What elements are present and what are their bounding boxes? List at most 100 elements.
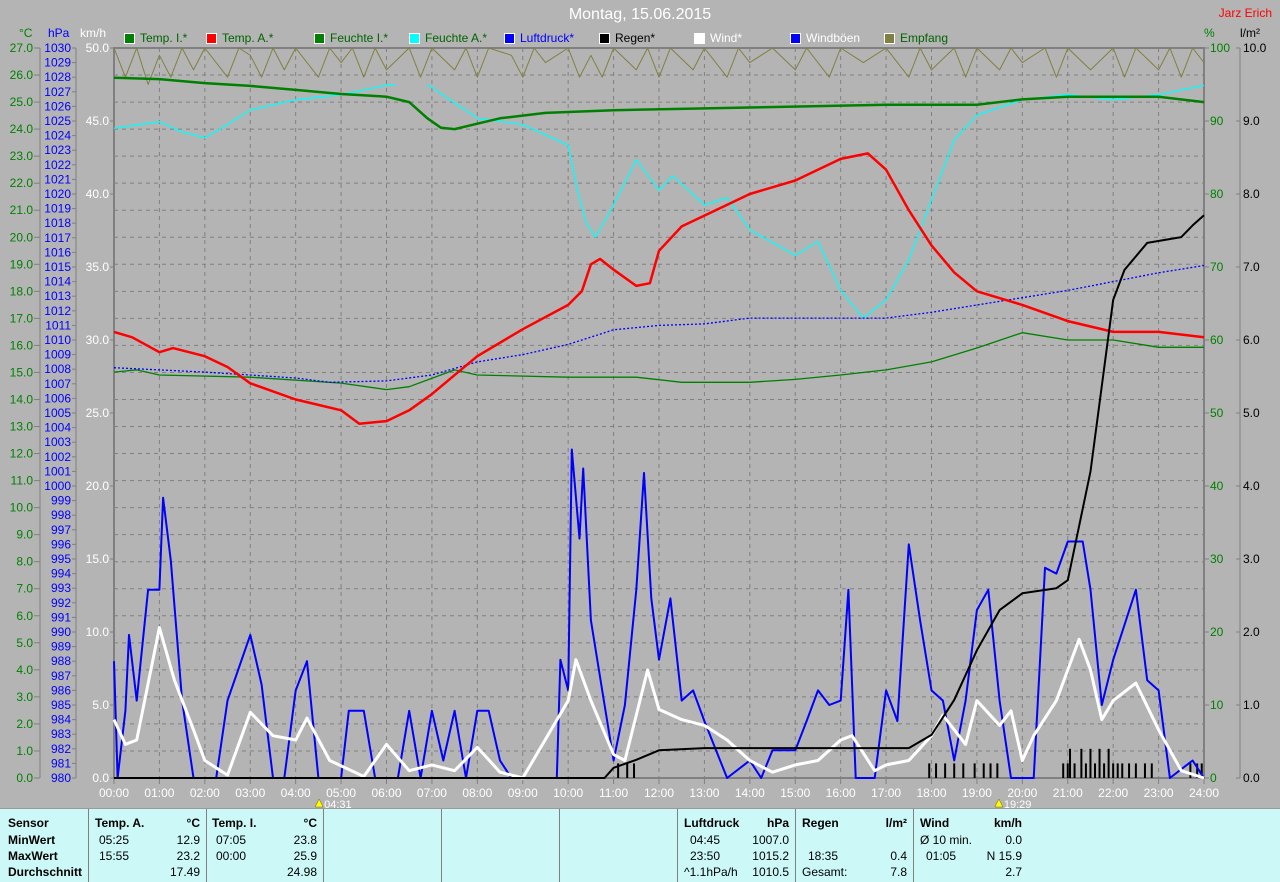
x-tick-label: 03:00 [235, 786, 265, 800]
temp-a-max: 23.2 [176, 849, 200, 863]
x-tick-label: 11:00 [599, 786, 628, 800]
x-tick-label: 08:00 [462, 786, 492, 800]
pressure-trend: ^1.1hPa/h [684, 865, 738, 879]
temp-tick-label: 1.0 [16, 744, 33, 758]
pressure-tick-label: 982 [51, 742, 71, 756]
x-tick-label: 18:00 [916, 786, 946, 800]
wind-tick-label: 0.0 [92, 771, 109, 785]
pressure-avg: 1010.5 [752, 865, 789, 879]
rain-unit-label: l/m² [1240, 26, 1260, 40]
legend-label: Regen* [615, 31, 656, 45]
temp-i-max-time: 00:00 [216, 849, 247, 863]
temp-tick-label: 27.0 [10, 41, 34, 55]
legend-swatch [409, 32, 420, 44]
temp-a-max-time: 15:55 [99, 849, 130, 863]
sunset-time-label: 19:29 [1004, 799, 1032, 808]
rain-header: Regen [802, 816, 839, 830]
pressure-header: Luftdruck [684, 816, 740, 830]
legend-label: Temp. I.* [140, 31, 188, 45]
wind-avg10: 0.0 [1005, 833, 1022, 847]
rain-max: 0.4 [890, 849, 907, 863]
divider [795, 809, 796, 882]
humidity-tick-label: 60 [1210, 333, 1224, 347]
temp-tick-label: 9.0 [16, 528, 33, 542]
temp-i-header: Temp. I. [212, 816, 257, 830]
pressure-tick-label: 1018 [44, 216, 71, 230]
pressure-tick-label: 986 [51, 683, 71, 697]
rain-tick-label: 10.0 [1243, 41, 1267, 55]
wind-tick-label: 50.0 [86, 41, 110, 55]
x-tick-label: 00:00 [99, 786, 129, 800]
pressure-tick-label: 991 [51, 610, 71, 624]
humidity-tick-label: 80 [1210, 187, 1224, 201]
pressure-tick-label: 984 [51, 713, 71, 727]
legend-item: Wind* [694, 31, 742, 45]
temp-tick-label: 0.0 [16, 771, 33, 785]
temp-tick-label: 19.0 [10, 257, 34, 271]
temp-tick-label: 11.0 [11, 474, 34, 488]
wind-unit-label: km/h [80, 26, 107, 40]
x-tick-label: 24:00 [1189, 786, 1219, 800]
legend-label: Empfang [900, 31, 949, 45]
rain-total: 7.8 [890, 865, 907, 879]
temp-tick-label: 14.0 [10, 392, 34, 406]
pressure-tick-label: 989 [51, 640, 71, 654]
divider [441, 809, 442, 882]
temp-i-max: 25.9 [293, 849, 317, 863]
rain-tick-label: 2.0 [1243, 625, 1260, 639]
humidity-tick-label: 10 [1210, 698, 1224, 712]
legend-swatch [504, 32, 515, 44]
pressure-tick-label: 1000 [44, 479, 71, 493]
legend-label: Feuchte A.* [425, 31, 488, 45]
wind-max-time: 01:05 [926, 849, 957, 863]
pressure-tick-label: 1025 [44, 114, 71, 128]
temp-tick-label: 6.0 [16, 609, 33, 623]
pressure-tick-label: 995 [51, 552, 71, 566]
sunrise-time-label: 04:31 [324, 799, 352, 808]
pressure-tick-label: 1020 [44, 187, 71, 201]
temp-tick-label: 24.0 [10, 122, 34, 136]
x-tick-label: 21:00 [1053, 786, 1083, 800]
divider [913, 809, 914, 882]
pressure-tick-label: 1029 [44, 56, 71, 70]
temp-unit-label: °C [19, 26, 33, 40]
row-label-min: MinWert [8, 833, 56, 847]
temp-tick-label: 15.0 [10, 365, 34, 379]
wind-max: N 15.9 [986, 849, 1022, 863]
legend-item: Regen* [599, 31, 655, 45]
pressure-tick-label: 1014 [44, 275, 71, 289]
pressure-tick-label: 1007 [44, 377, 71, 391]
x-tick-label: 09:00 [508, 786, 538, 800]
pressure-max: 1015.2 [752, 849, 789, 863]
pressure-tick-label: 1011 [45, 318, 71, 332]
temp-i-unit: °C [303, 816, 317, 830]
temp-tick-label: 3.0 [16, 690, 33, 704]
legend-swatch [599, 32, 610, 44]
pressure-tick-label: 985 [51, 698, 71, 712]
x-tick-label: 14:00 [735, 786, 765, 800]
wind-tick-label: 35.0 [86, 260, 110, 274]
temp-tick-label: 17.0 [10, 311, 34, 325]
pressure-min-time: 04:45 [690, 833, 721, 847]
divider [206, 809, 207, 882]
wind-tick-label: 10.0 [86, 625, 110, 639]
temp-a-avg: 17.49 [169, 865, 200, 879]
pressure-tick-label: 994 [51, 567, 71, 581]
pressure-tick-label: 1005 [44, 406, 71, 420]
pressure-tick-label: 992 [51, 596, 71, 610]
pressure-tick-label: 988 [51, 654, 71, 668]
x-tick-label: 17:00 [871, 786, 901, 800]
x-tick-label: 05:00 [326, 786, 356, 800]
wind-tick-label: 45.0 [86, 114, 110, 128]
pressure-min: 1007.0 [752, 833, 789, 847]
x-tick-label: 19:00 [962, 786, 992, 800]
x-tick-label: 04:00 [281, 786, 311, 800]
rain-unit: l/m² [885, 816, 907, 830]
pressure-tick-label: 1015 [44, 260, 71, 274]
temp-tick-label: 20.0 [10, 230, 34, 244]
wind-tick-label: 5.0 [92, 698, 109, 712]
pressure-tick-label: 1004 [44, 421, 71, 435]
pressure-tick-label: 1008 [44, 362, 71, 376]
legend-swatch [884, 32, 895, 44]
pressure-tick-label: 990 [51, 625, 71, 639]
